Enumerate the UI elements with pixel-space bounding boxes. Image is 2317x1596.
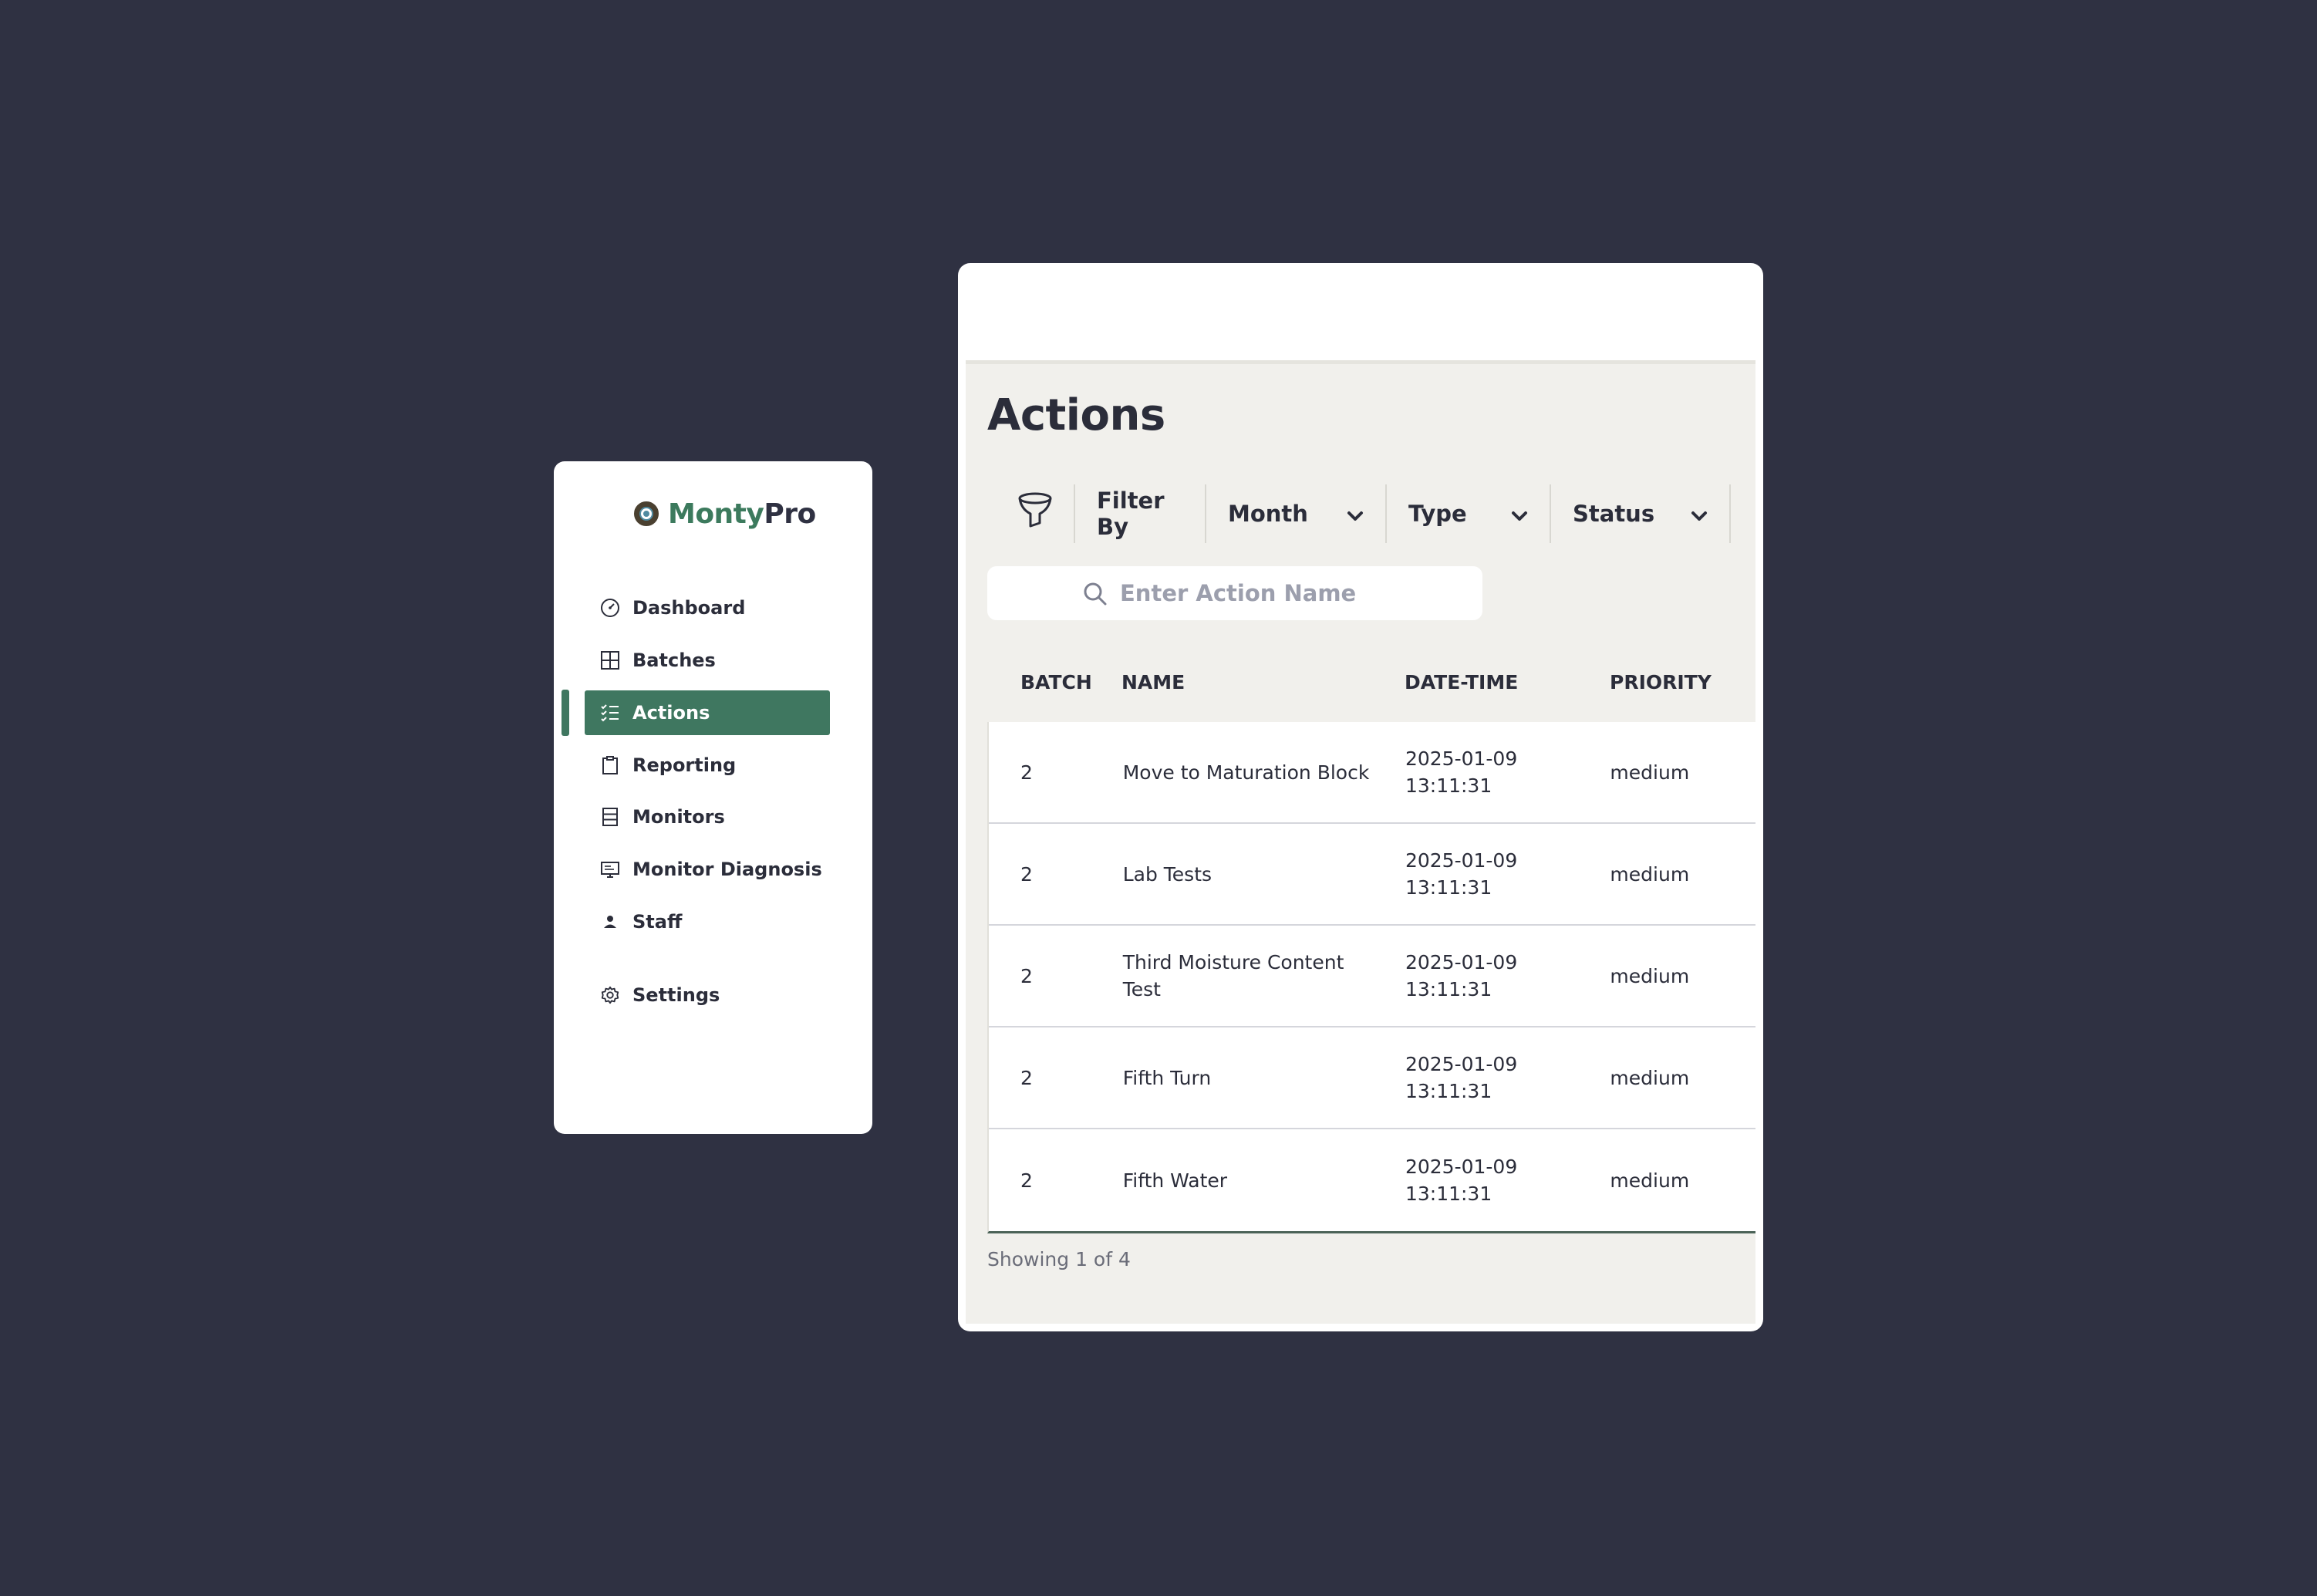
table-row[interactable]: 2 Lab Tests 2025-01-09 13:11:31 medium — [989, 824, 1755, 926]
search-icon — [1083, 582, 1108, 609]
logo-icon — [634, 501, 659, 526]
sidebar-item-settings[interactable]: Settings — [585, 973, 830, 1017]
cell-date-time: 2025-01-09 13:11:31 — [1405, 951, 1518, 1000]
grid-icon — [600, 650, 620, 670]
cell-date-time: 2025-01-09 13:11:31 — [1405, 1156, 1518, 1205]
gear-icon — [600, 985, 620, 1005]
clipboard-icon — [600, 755, 620, 775]
cell-date-time: 2025-01-09 13:11:31 — [1405, 1053, 1518, 1102]
monitor-icon — [600, 859, 620, 879]
cell-date-time: 2025-01-09 13:11:31 — [1405, 849, 1518, 899]
column-header-date-time[interactable]: DATE-TIME — [1405, 671, 1610, 693]
active-indicator — [562, 690, 569, 736]
filter-bar: Filter By Month Type Status — [997, 484, 1731, 543]
sidebar-item-label: Staff — [632, 911, 683, 933]
brand-name: MontyPro — [668, 498, 816, 530]
month-dropdown[interactable]: Month — [1206, 484, 1387, 543]
funnel-icon — [1017, 492, 1053, 536]
cell-name: Fifth Water — [1122, 1169, 1228, 1192]
cell-priority: medium — [1610, 964, 1690, 987]
cell-name: Move to Maturation Block — [1122, 761, 1370, 784]
cell-priority: medium — [1610, 1169, 1690, 1192]
checklist-icon — [600, 703, 620, 723]
sidebar-item-label: Reporting — [632, 754, 737, 776]
cell-date-time: 2025-01-09 13:11:31 — [1405, 747, 1518, 797]
table-body: 2 Move to Maturation Block 2025-01-09 13:… — [987, 722, 1755, 1233]
cell-name: Fifth Turn — [1122, 1066, 1212, 1089]
sidebar-item-label: Dashboard — [632, 597, 746, 619]
cell-batch: 2 — [1020, 1066, 1033, 1089]
sidebar-item-label: Actions — [632, 702, 710, 724]
sidebar-item-reporting[interactable]: Reporting — [585, 743, 830, 788]
cell-name: Third Moisture Content Test — [1122, 951, 1344, 1000]
page-title: Actions — [987, 390, 1165, 440]
sidebar-item-monitors[interactable]: Monitors — [585, 795, 830, 839]
month-dropdown-label: Month — [1228, 501, 1308, 527]
sidebar-item-label: Batches — [632, 650, 716, 671]
table-header: BATCH NAME DATE-TIME PRIORITY — [987, 642, 1755, 722]
cell-batch: 2 — [1020, 761, 1033, 784]
sidebar-item-staff[interactable]: Staff — [585, 899, 830, 944]
cell-priority: medium — [1610, 862, 1690, 886]
user-icon — [600, 912, 620, 932]
pagination-status: Showing 1 of 4 — [987, 1248, 1131, 1270]
search-box[interactable] — [987, 566, 1482, 620]
filter-toggle[interactable] — [997, 484, 1075, 543]
filter-by-label: Filter By — [1075, 484, 1206, 543]
server-icon — [600, 807, 620, 827]
table-row[interactable]: 2 Fifth Water 2025-01-09 13:11:31 medium — [989, 1129, 1755, 1231]
chevron-down-icon — [1347, 501, 1364, 527]
table-row[interactable]: 2 Move to Maturation Block 2025-01-09 13:… — [989, 722, 1755, 824]
cell-priority: medium — [1610, 1066, 1690, 1089]
column-header-name[interactable]: NAME — [1121, 671, 1405, 693]
column-header-batch[interactable]: BATCH — [987, 671, 1121, 693]
status-dropdown[interactable]: Status — [1551, 484, 1731, 543]
gauge-icon — [600, 598, 620, 618]
type-dropdown-label: Type — [1408, 501, 1467, 527]
table-row[interactable]: 2 Third Moisture Content Test 2025-01-09… — [989, 926, 1755, 1027]
actions-table: BATCH NAME DATE-TIME PRIORITY 2 Move to … — [987, 642, 1755, 1233]
chevron-down-icon — [1511, 501, 1528, 527]
cell-priority: medium — [1610, 761, 1690, 784]
sidebar-item-batches[interactable]: Batches — [585, 638, 830, 683]
cell-batch: 2 — [1020, 1169, 1033, 1192]
type-dropdown[interactable]: Type — [1387, 484, 1551, 543]
sidebar-item-actions[interactable]: Actions — [585, 690, 830, 735]
cell-batch: 2 — [1020, 862, 1033, 886]
chevron-down-icon — [1691, 501, 1708, 527]
column-header-priority[interactable]: PRIORITY — [1610, 671, 1755, 693]
cell-batch: 2 — [1020, 964, 1033, 987]
sidebar-item-monitor-diagnosis[interactable]: Monitor Diagnosis — [585, 847, 830, 892]
sidebar-item-label: Settings — [632, 984, 720, 1006]
sidebar: MontyPro Dashboard Batches Actions Repor… — [554, 461, 872, 1134]
cell-name: Lab Tests — [1122, 862, 1212, 886]
search-input[interactable] — [1118, 579, 1445, 607]
main-card: Actions Filter By Month Type Status Ente… — [958, 263, 1763, 1331]
logo[interactable]: MontyPro — [634, 495, 816, 532]
sidebar-item-label: Monitors — [632, 806, 725, 828]
sidebar-item-dashboard[interactable]: Dashboard — [585, 585, 830, 630]
sidebar-item-label: Monitor Diagnosis — [632, 859, 822, 880]
status-dropdown-label: Status — [1573, 501, 1655, 527]
content-panel: Actions Filter By Month Type Status Ente… — [966, 360, 1755, 1324]
table-row[interactable]: 2 Fifth Turn 2025-01-09 13:11:31 medium — [989, 1027, 1755, 1129]
